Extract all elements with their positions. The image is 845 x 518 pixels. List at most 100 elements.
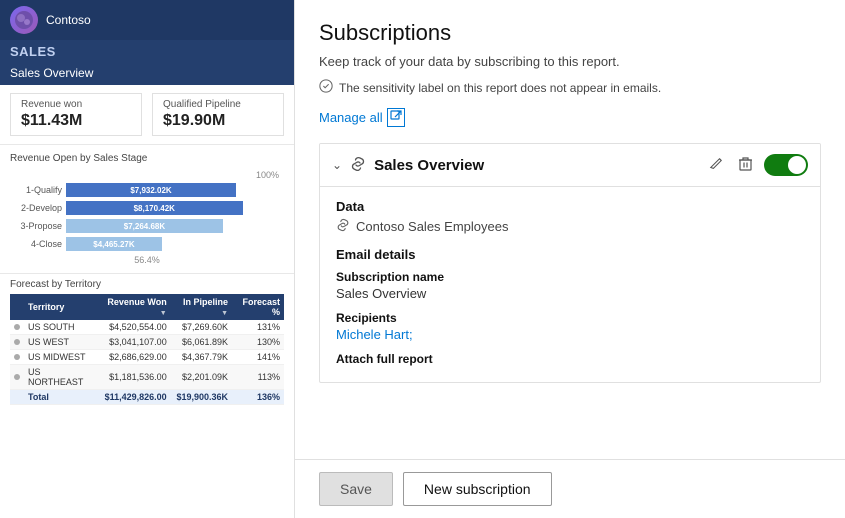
bar-row-2: 3-Propose $7,264.68K (10, 219, 284, 233)
td-revenue-0: $4,520,554.00 (97, 320, 171, 335)
metric-pipeline-label: Qualified Pipeline (163, 99, 273, 110)
bar-fill-2: $7,264.68K (66, 219, 223, 233)
sensitivity-text: The sensitivity label on this report doe… (339, 81, 661, 95)
metrics-row: Revenue won $11.43M Qualified Pipeline $… (0, 85, 294, 145)
chart-title: Revenue Open by Sales Stage (10, 153, 284, 164)
td-revenue-total: $11,429,826.00 (97, 390, 171, 405)
td-territory-total: Total (24, 390, 97, 405)
td-forecast-total: 136% (232, 390, 284, 405)
td-forecast-0: 131% (232, 320, 284, 335)
td-pipeline-2: $4,367.79K (171, 350, 232, 365)
subscription-title: Sales Overview (374, 157, 697, 174)
bar-value-2: $7,264.68K (121, 222, 168, 231)
metric-pipeline-value: $19.90M (163, 112, 273, 130)
sales-section: SALES (0, 40, 294, 63)
bar-value-0: $7,932.02K (127, 186, 174, 195)
attach-label: Attach full report (336, 352, 804, 366)
td-pipeline-0: $7,269.60K (171, 320, 232, 335)
metric-revenue-won: Revenue won $11.43M (10, 93, 142, 136)
flag-2 (10, 350, 24, 365)
left-panel: Contoso SALES Sales Overview Revenue won… (0, 0, 295, 518)
table-row: US NORTHEAST $1,181,536.00 $2,201.09K 11… (10, 365, 284, 390)
save-button[interactable]: Save (319, 472, 393, 506)
bar-fill-0: $7,932.02K (66, 183, 236, 197)
td-forecast-1: 130% (232, 335, 284, 350)
table-row: US SOUTH $4,520,554.00 $7,269.60K 131% (10, 320, 284, 335)
bottom-bar: Save New subscription (295, 459, 845, 518)
org-name: Contoso (46, 13, 91, 27)
td-revenue-3: $1,181,536.00 (97, 365, 171, 390)
panel-title: Subscriptions (319, 20, 821, 46)
toggle-thumb (788, 156, 806, 174)
td-territory-1: US WEST (24, 335, 97, 350)
table-row: US MIDWEST $2,686,629.00 $4,367.79K 141% (10, 350, 284, 365)
table-title: Forecast by Territory (10, 279, 284, 290)
bar-fill-3: $4,465.27K (66, 237, 162, 251)
org-logo (10, 6, 38, 34)
bar-name-2: 3-Propose (10, 221, 62, 231)
bar-max-label: 100% (10, 170, 284, 180)
bar-chart: 100% 1-Qualify $7,932.02K 2-Develop $8,1… (10, 170, 284, 265)
td-territory-2: US MIDWEST (24, 350, 97, 365)
external-link-icon (387, 108, 405, 127)
data-source-row: Contoso Sales Employees (336, 218, 804, 235)
flag-3 (10, 365, 24, 390)
right-panel: Subscriptions Keep track of your data by… (295, 0, 845, 518)
flag-1 (10, 335, 24, 350)
table-row-total: Total $11,429,826.00 $19,900.36K 136% (10, 390, 284, 405)
table-row: US WEST $3,041,107.00 $6,061.89K 130% (10, 335, 284, 350)
bar-row-1: 2-Develop $8,170.42K (10, 201, 284, 215)
new-subscription-button[interactable]: New subscription (403, 472, 552, 506)
delete-button[interactable] (735, 155, 756, 176)
td-forecast-2: 141% (232, 350, 284, 365)
bar-value-1: $8,170.42K (131, 204, 178, 213)
td-territory-0: US SOUTH (24, 320, 97, 335)
td-pipeline-1: $6,061.89K (171, 335, 232, 350)
sensitivity-icon (319, 79, 333, 96)
sales-overview-nav: Sales Overview (0, 63, 294, 85)
collapse-chevron-icon[interactable]: ⌄ (332, 158, 342, 172)
bar-footer-pct: 56.4% (10, 255, 284, 265)
recipients-label: Recipients (336, 311, 804, 325)
panel-subtitle: Keep track of your data by subscribing t… (319, 54, 821, 69)
manage-all-link[interactable]: Manage all (319, 108, 821, 127)
flag-total (10, 390, 24, 405)
forecast-table: Territory Revenue Won ▼ In Pipeline ▼ Fo… (10, 294, 284, 405)
bar-row-0: 1-Qualify $7,932.02K (10, 183, 284, 197)
bar-container-2: $7,264.68K (66, 219, 284, 233)
bar-name-3: 4-Close (10, 239, 62, 249)
td-forecast-3: 113% (232, 365, 284, 390)
subscription-card: ⌄ Sales Overview (319, 143, 821, 383)
sub-name-label: Subscription name (336, 270, 804, 284)
table-section: Forecast by Territory Territory Revenue … (0, 274, 294, 518)
manage-all-label: Manage all (319, 110, 383, 125)
bar-container-3: $4,465.27K (66, 237, 284, 251)
email-details-label: Email details (336, 247, 804, 262)
bar-value-3: $4,465.27K (90, 240, 137, 249)
th-revenue: Revenue Won ▼ (97, 294, 171, 320)
th-territory: Territory (24, 294, 97, 320)
bar-name-1: 2-Develop (10, 203, 62, 213)
link-icon (350, 156, 366, 175)
td-revenue-2: $2,686,629.00 (97, 350, 171, 365)
recipients-value: Michele Hart; (336, 327, 804, 342)
top-nav: Contoso (0, 0, 294, 40)
td-pipeline-total: $19,900.36K (171, 390, 232, 405)
th-flag (10, 294, 24, 320)
sensitivity-notice: The sensitivity label on this report doe… (319, 79, 821, 96)
flag-0 (10, 320, 24, 335)
metric-revenue-value: $11.43M (21, 112, 131, 130)
bar-row-3: 4-Close $4,465.27K (10, 237, 284, 251)
subscription-toggle[interactable] (764, 154, 808, 176)
bar-fill-1: $8,170.42K (66, 201, 243, 215)
th-forecast: Forecast % (232, 294, 284, 320)
subscription-actions (705, 154, 808, 176)
data-link-icon (336, 218, 350, 235)
td-territory-3: US NORTHEAST (24, 365, 97, 390)
data-source-text: Contoso Sales Employees (356, 219, 508, 234)
edit-button[interactable] (705, 155, 727, 176)
bar-container-1: $8,170.42K (66, 201, 284, 215)
td-pipeline-3: $2,201.09K (171, 365, 232, 390)
td-revenue-1: $3,041,107.00 (97, 335, 171, 350)
metric-revenue-label: Revenue won (21, 99, 131, 110)
